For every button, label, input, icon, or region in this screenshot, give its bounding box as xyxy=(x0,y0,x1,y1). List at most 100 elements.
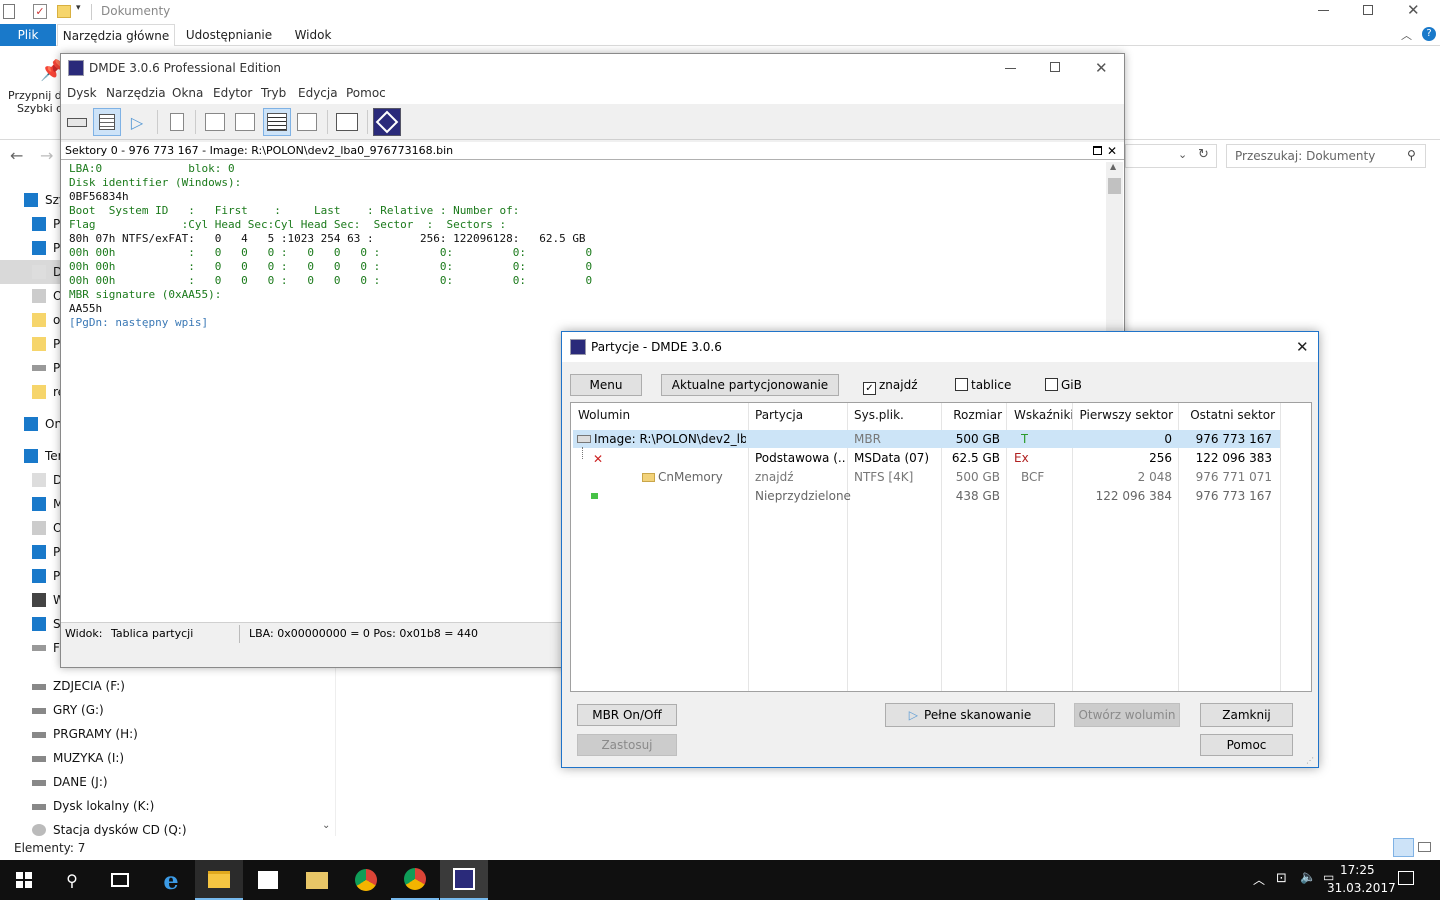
details-view-icon[interactable] xyxy=(1393,838,1414,857)
chrome-button[interactable] xyxy=(342,860,390,900)
menu-pomoc[interactable]: Pomoc xyxy=(346,82,386,104)
back-icon[interactable]: ← xyxy=(10,146,23,165)
nav-drive-item[interactable]: PRGRAMY (H:) xyxy=(0,722,322,746)
cd-drive-icon xyxy=(32,824,46,836)
minimize-icon[interactable] xyxy=(1318,10,1329,11)
edge-button[interactable]: e xyxy=(147,860,195,900)
picture-icon xyxy=(32,521,46,535)
col-partition[interactable]: Partycja xyxy=(749,403,848,427)
dmde-menubar: Dysk Narzędzia Okna Edytor Tryb Edycja P… xyxy=(61,82,1124,104)
menu-edycja[interactable]: Edycja xyxy=(298,82,338,104)
close-pane-icon[interactable]: ✕ xyxy=(1107,142,1117,160)
minimize-icon[interactable] xyxy=(1005,68,1016,69)
help-button[interactable]: Pomoc xyxy=(1200,734,1293,756)
search-icon[interactable]: ⚲ xyxy=(1407,148,1416,162)
dmde-taskbar-button[interactable] xyxy=(440,860,488,900)
close-icon[interactable]: ✕ xyxy=(1095,54,1108,82)
search-input[interactable]: Przeszukaj: Dokumenty xyxy=(1235,149,1375,163)
refresh-icon[interactable]: ↻ xyxy=(1198,147,1209,162)
list-icon xyxy=(235,113,255,131)
row0-volume: Image: R:\POLON\dev2_lb... xyxy=(594,432,746,446)
menu-tryb[interactable]: Tryb xyxy=(261,82,286,104)
tb-windows[interactable] xyxy=(333,108,361,136)
tb-dmde[interactable] xyxy=(373,108,401,136)
full-scan-button[interactable]: ▷ Pełne skanowanie xyxy=(885,703,1055,727)
nav-drive-item[interactable]: DANE (J:) xyxy=(0,770,322,794)
task-view-button[interactable] xyxy=(96,860,144,900)
tab-home[interactable]: Narzędzia główne xyxy=(57,24,175,47)
tb-drive[interactable] xyxy=(63,108,91,136)
large-icons-view-icon[interactable] xyxy=(1418,842,1431,852)
start-button[interactable] xyxy=(0,860,48,900)
col-first-sector[interactable]: Pierwszy sektor xyxy=(1073,403,1179,427)
scroll-thumb[interactable] xyxy=(1108,178,1121,194)
nav-drive-item[interactable]: Dysk lokalny (K:) xyxy=(0,794,322,818)
scroll-up-icon[interactable]: ▲ xyxy=(1110,162,1116,171)
col-flags[interactable]: Wskaźniki xyxy=(1007,403,1074,427)
menu-edytor[interactable]: Edytor xyxy=(213,82,252,104)
clock-date[interactable]: 31.03.2017 xyxy=(1327,881,1396,895)
chrome2-button[interactable] xyxy=(391,860,439,900)
tb-partitions[interactable] xyxy=(93,108,121,136)
gib-checkbox[interactable]: GiB xyxy=(1045,378,1082,392)
scroll-down-icon[interactable]: ⌄ xyxy=(322,820,330,831)
partitions-table[interactable]: Wolumin Partycja Sys.plik. Rozmiar Wskaź… xyxy=(570,402,1312,692)
col-filesystem[interactable]: Sys.plik. xyxy=(848,403,942,427)
search-taskbar-button[interactable]: ⚲ xyxy=(48,860,96,900)
find-checkbox[interactable]: ✓ znajdź xyxy=(863,378,918,395)
volume-icon[interactable]: 🔈 xyxy=(1300,870,1316,885)
help-icon[interactable]: ? xyxy=(1422,27,1436,41)
maximize-icon[interactable] xyxy=(1050,62,1060,72)
address-field[interactable]: ⌄ ↻ xyxy=(1125,144,1217,168)
show-hidden-icons[interactable]: ︿ xyxy=(1253,871,1265,888)
menu-button[interactable]: Menu xyxy=(570,374,642,396)
nav-drive-item[interactable]: MUZYKA (I:) xyxy=(0,746,322,770)
restore-icon[interactable] xyxy=(1093,146,1102,155)
file-explorer-button[interactable] xyxy=(195,860,243,900)
network-icon[interactable]: ⊡ xyxy=(1276,871,1287,886)
tb-hex[interactable] xyxy=(263,108,291,136)
menu-narzedzia[interactable]: Narzędzia xyxy=(106,82,166,104)
col-size[interactable]: Rozmiar xyxy=(942,403,1007,427)
tables-checkbox[interactable]: tablice xyxy=(955,378,1011,392)
qat-dropdown-icon[interactable]: ▾ xyxy=(76,3,81,13)
menu-okna[interactable]: Okna xyxy=(172,82,203,104)
resize-grip-icon[interactable]: ⋰ xyxy=(1306,756,1314,765)
row1-fs: MSData (07) xyxy=(854,451,930,465)
action-center-icon[interactable] xyxy=(1398,871,1414,885)
ribbon-collapse-icon[interactable]: ︿ xyxy=(1401,27,1412,43)
properties-icon[interactable] xyxy=(3,4,15,19)
apply-button[interactable]: Zastosuj xyxy=(577,734,677,756)
drive-label: Dysk lokalny (K:) xyxy=(53,799,155,813)
close-button[interactable]: Zamknij xyxy=(1200,703,1293,727)
tab-view[interactable]: Widok xyxy=(283,24,343,46)
new-folder-icon[interactable] xyxy=(57,5,71,18)
hex-line: Flag :Cyl Head Sec:Cyl Head Sec: Sector … xyxy=(69,218,507,231)
mbr-onoff-button[interactable]: MBR On/Off xyxy=(577,704,677,726)
tb-new[interactable] xyxy=(163,108,191,136)
tb-list[interactable] xyxy=(231,108,259,136)
address-dropdown-icon[interactable]: ⌄ xyxy=(1178,148,1187,161)
maximize-icon[interactable] xyxy=(1363,5,1373,15)
tb-search[interactable] xyxy=(293,108,321,136)
document-icon xyxy=(32,265,46,279)
clock-time[interactable]: 17:25 xyxy=(1340,863,1375,877)
nav-drive-item[interactable]: ZDJECIA (F:) xyxy=(0,674,322,698)
store-button[interactable] xyxy=(244,860,292,900)
close-icon[interactable]: ✕ xyxy=(1407,1,1420,19)
col-volume[interactable]: Wolumin xyxy=(571,403,749,427)
col-last-sector[interactable]: Ostatni sektor xyxy=(1179,403,1281,427)
close-icon[interactable]: ✕ xyxy=(1296,332,1309,362)
current-partitioning-button[interactable]: Aktualne partycjonowanie xyxy=(661,374,839,396)
forward-icon[interactable]: → xyxy=(40,146,53,165)
open-volume-button[interactable]: Otwórz wolumin xyxy=(1074,703,1180,727)
checkmark-icon[interactable]: ✓ xyxy=(33,4,47,19)
tab-file[interactable]: Plik xyxy=(0,24,56,46)
explorer2-button[interactable] xyxy=(293,860,341,900)
tb-play[interactable]: ▷ xyxy=(123,108,151,136)
menu-dysk[interactable]: Dysk xyxy=(67,82,97,104)
tb-tree[interactable] xyxy=(201,108,229,136)
search-box[interactable]: Przeszukaj: Dokumenty ⚲ xyxy=(1226,144,1426,168)
nav-drive-item[interactable]: GRY (G:) xyxy=(0,698,322,722)
tab-share[interactable]: Udostępnianie xyxy=(178,24,280,46)
